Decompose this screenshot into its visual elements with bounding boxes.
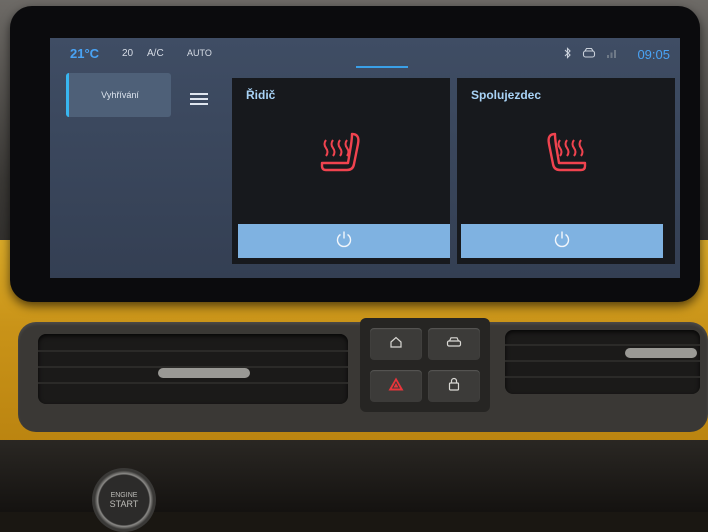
left-air-vent[interactable] [38, 334, 348, 404]
infotainment-screen: 21°C 20 A/C AUTO 09:05 Vyhřívání Řidič S… [50, 38, 680, 278]
signal-icon [606, 47, 618, 62]
status-bar: 21°C 20 A/C AUTO 09:05 [50, 38, 680, 68]
vent-knob[interactable] [625, 348, 697, 358]
home-button[interactable] [370, 328, 422, 360]
car-connect-icon [582, 47, 596, 62]
driver-seat-power-button[interactable] [238, 224, 450, 258]
hazard-icon [387, 376, 405, 397]
driver-seat-card[interactable]: Řidič [232, 78, 450, 264]
menu-icon[interactable] [190, 90, 208, 108]
vent-knob[interactable] [158, 368, 250, 378]
hazard-button[interactable] [370, 370, 422, 402]
engine-start-button[interactable]: ENGINE START [92, 468, 156, 532]
page-indicator [356, 66, 408, 68]
driver-seat-title: Řidič [246, 88, 276, 102]
temperature-readout[interactable]: 21°C [70, 46, 99, 61]
car-button[interactable] [428, 328, 480, 360]
tab-heating-label: Vyhřívání [101, 90, 139, 100]
car-icon [446, 335, 462, 353]
fan-level[interactable]: 20 [122, 48, 133, 59]
bluetooth-icon [564, 47, 572, 62]
heated-seat-icon [541, 130, 591, 183]
heated-seat-icon [316, 130, 366, 183]
power-icon [552, 229, 572, 254]
passenger-seat-card[interactable]: Spolujezdec [457, 78, 675, 264]
display-bezel: 21°C 20 A/C AUTO 09:05 Vyhřívání Řidič S… [10, 6, 700, 302]
engine-label: ENGINE [110, 492, 138, 499]
status-icons [564, 47, 618, 62]
clock: 09:05 [637, 47, 670, 62]
power-icon [334, 229, 354, 254]
right-air-vent[interactable] [505, 330, 700, 394]
lock-icon [448, 377, 460, 396]
console-button-panel [360, 318, 490, 412]
tab-heating[interactable]: Vyhřívání [66, 73, 171, 117]
lock-button[interactable] [428, 370, 480, 402]
start-label: START [109, 499, 139, 509]
passenger-seat-power-button[interactable] [461, 224, 663, 258]
home-icon [389, 335, 403, 354]
ac-label[interactable]: A/C [147, 48, 164, 59]
passenger-seat-title: Spolujezdec [471, 88, 542, 102]
auto-label[interactable]: AUTO [187, 48, 212, 58]
